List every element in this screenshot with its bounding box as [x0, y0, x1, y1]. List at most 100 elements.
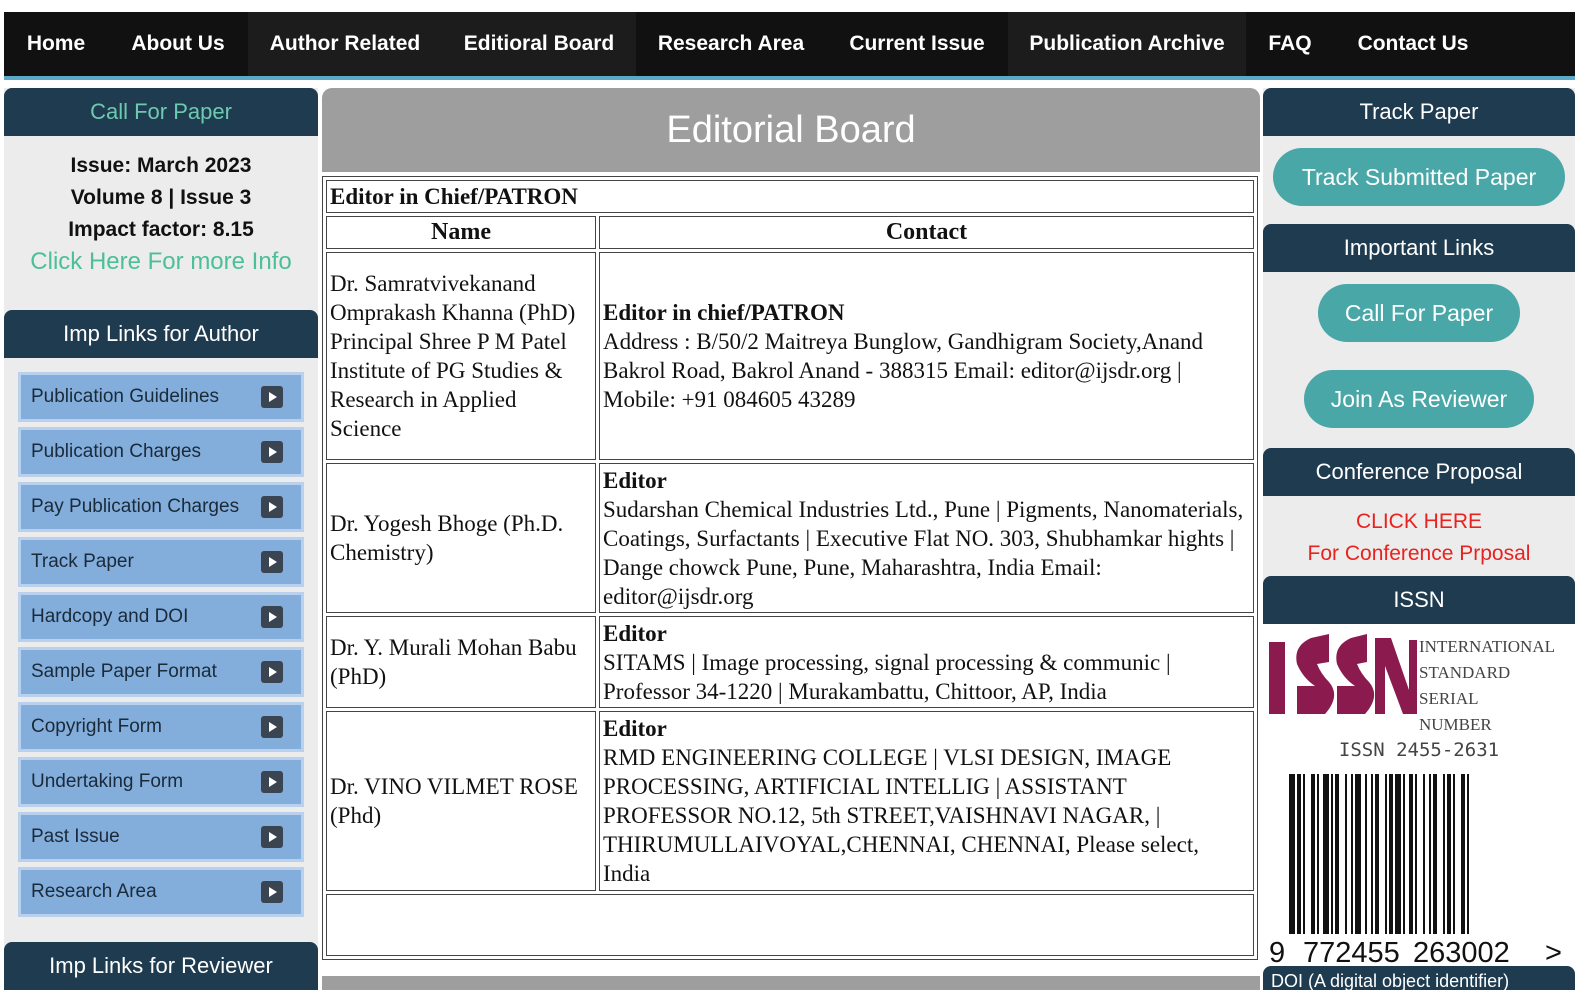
nav-publication-archive[interactable]: Publication Archive [1008, 12, 1246, 76]
issn-logo-word: NUMBER [1419, 715, 1492, 734]
play-arrow-icon [261, 386, 283, 408]
editor-name: Dr. Samratvivekanand Omprakash Khanna (P… [326, 252, 596, 460]
page-title: Editorial Board [322, 88, 1260, 172]
author-link-label: Copyright Form [31, 716, 162, 737]
editorial-board-table: Editor in Chief/PATRON Name Contact Dr. … [322, 176, 1258, 960]
play-arrow-icon [261, 551, 283, 573]
issue-date: Issue: March 2023 [70, 154, 252, 177]
nav-faq[interactable]: FAQ [1246, 12, 1334, 76]
author-link-label: Research Area [31, 881, 157, 902]
play-arrow-icon [261, 826, 283, 848]
author-link-label: Sample Paper Format [31, 661, 217, 682]
author-link-label: Past Issue [31, 826, 120, 847]
author-link-label: Hardcopy and DOI [31, 606, 189, 627]
barcode-bar [1429, 774, 1431, 934]
barcode-bar [1389, 774, 1393, 934]
play-arrow-icon [261, 881, 283, 903]
conference-proposal-heading: Conference Proposal [1263, 448, 1575, 496]
issn-logo-icon [1269, 634, 1417, 714]
nav-home[interactable]: Home [4, 12, 108, 76]
imp-links-reviewer-heading: Imp Links for Reviewer [4, 942, 318, 990]
important-links-box: Call For Paper Join As Reviewer [1263, 272, 1575, 448]
issn-logo-word: SERIAL [1419, 689, 1479, 708]
track-submitted-paper-button[interactable]: Track Submitted Paper [1273, 148, 1565, 206]
empty-row [326, 894, 1254, 956]
barcode-bar [1323, 774, 1329, 934]
nav-about-us[interactable]: About Us [108, 12, 248, 76]
issn-logo-word: INTERNATIONAL [1419, 637, 1555, 656]
editor-role: Editor [603, 716, 667, 741]
call-for-paper-heading[interactable]: Call For Paper [4, 88, 318, 136]
editor-contact: Editor RMD ENGINEERING COLLEGE | VLSI DES… [599, 711, 1254, 891]
author-link-track-paper[interactable]: Track Paper [18, 537, 304, 587]
author-link-publication-charges[interactable]: Publication Charges [18, 427, 304, 477]
author-link-copyright-form[interactable]: Copyright Form [18, 702, 304, 752]
left-sidebar: Call For Paper Issue: March 2023 Volume … [4, 88, 318, 990]
barcode-bar [1317, 774, 1319, 934]
author-link-undertaking-form[interactable]: Undertaking Form [18, 757, 304, 807]
editor-details: Sudarshan Chemical Industries Ltd., Pune… [603, 496, 1244, 609]
barcode-bar [1453, 774, 1455, 934]
nav-author-related[interactable]: Author Related [248, 12, 442, 76]
editor-contact: Editor SITAMS | Image processing, signal … [599, 616, 1254, 708]
author-link-sample-paper-format[interactable]: Sample Paper Format [18, 647, 304, 697]
barcode-bar [1443, 774, 1445, 934]
barcode-digit-group: 772455 [1303, 937, 1400, 969]
author-link-research-area[interactable]: Research Area [18, 867, 304, 917]
conference-proposal-link[interactable]: For Conference Prposal [1263, 538, 1575, 570]
track-paper-box: Track Submitted Paper [1263, 136, 1575, 224]
author-link-label: Undertaking Form [31, 771, 184, 792]
doi-heading: DOI (A digital object identifier) [1263, 966, 1575, 990]
barcode-digit-group: > [1545, 937, 1562, 969]
track-paper-heading: Track Paper [1263, 88, 1575, 136]
author-link-past-issue[interactable]: Past Issue [18, 812, 304, 862]
editor-role: Editor in chief/PATRON [603, 300, 845, 325]
nav-current-issue[interactable]: Current Issue [826, 12, 1008, 76]
conference-proposal-box[interactable]: CLICK HERE For Conference Prposal [1263, 496, 1575, 576]
nav-editioral-board[interactable]: Editioral Board [442, 12, 636, 76]
editor-role: Editor [603, 467, 667, 493]
barcode-bar [1365, 774, 1367, 934]
barcode-bar [1415, 774, 1417, 934]
barcode-bar [1403, 774, 1405, 934]
issn-heading: ISSN [1263, 576, 1575, 624]
author-link-label: Publication Guidelines [31, 386, 220, 407]
author-link-label: Track Paper [31, 551, 134, 572]
play-arrow-icon [261, 496, 283, 518]
table-row: Dr. Yogesh Bhoge (Ph.D. Chemistry) Editor… [326, 463, 1254, 613]
editor-details: RMD ENGINEERING COLLEGE | VLSI DESIGN, I… [603, 745, 1199, 886]
barcode-bar [1423, 774, 1425, 934]
right-sidebar: Track Paper Track Submitted Paper Import… [1263, 88, 1575, 990]
volume-issue: Volume 8 | Issue 3 [70, 186, 252, 209]
call-for-paper-button[interactable]: Call For Paper [1318, 284, 1520, 342]
author-link-publication-guidelines[interactable]: Publication Guidelines [18, 372, 304, 422]
nav-research-area[interactable]: Research Area [636, 12, 826, 76]
table-row: Dr. Samratvivekanand Omprakash Khanna (P… [326, 252, 1254, 460]
main-content: Editorial Board Editor in Chief/PATRON N… [322, 88, 1260, 990]
nav-contact-us[interactable]: Contact Us [1334, 12, 1492, 76]
issn-logo-word: STANDARD [1419, 663, 1510, 682]
join-as-reviewer-button[interactable]: Join As Reviewer [1304, 370, 1534, 428]
barcode-bar [1351, 774, 1353, 934]
barcode [1289, 774, 1469, 934]
play-arrow-icon [261, 771, 283, 793]
author-link-pay-publication-charges[interactable]: Pay Publication Charges [18, 482, 304, 532]
click-here-link[interactable]: CLICK HERE [1263, 506, 1575, 538]
play-arrow-icon [261, 716, 283, 738]
barcode-bar [1345, 774, 1347, 934]
barcode-bar [1461, 774, 1465, 934]
barcode-bar [1297, 774, 1301, 934]
editor-details: Address : B/50/2 Maitreya Bunglow, Gandh… [603, 329, 1204, 412]
author-link-label: Publication Charges [31, 441, 202, 462]
author-link-hardcopy-and-doi[interactable]: Hardcopy and DOI [18, 592, 304, 642]
table-row: Dr. VINO VILMET ROSE (Phd) Editor RMD ENGI… [326, 711, 1254, 891]
barcode-bar [1385, 774, 1387, 934]
play-arrow-icon [261, 441, 283, 463]
column-header-contact: Contact [599, 216, 1254, 249]
author-links-list: Publication Guidelines Publication Charge… [4, 358, 318, 917]
more-info-link[interactable]: Click Here For more Info [4, 246, 318, 278]
editor-role: Editor [603, 620, 667, 646]
barcode-digit-group: 263002 [1413, 937, 1510, 969]
play-arrow-icon [261, 606, 283, 628]
